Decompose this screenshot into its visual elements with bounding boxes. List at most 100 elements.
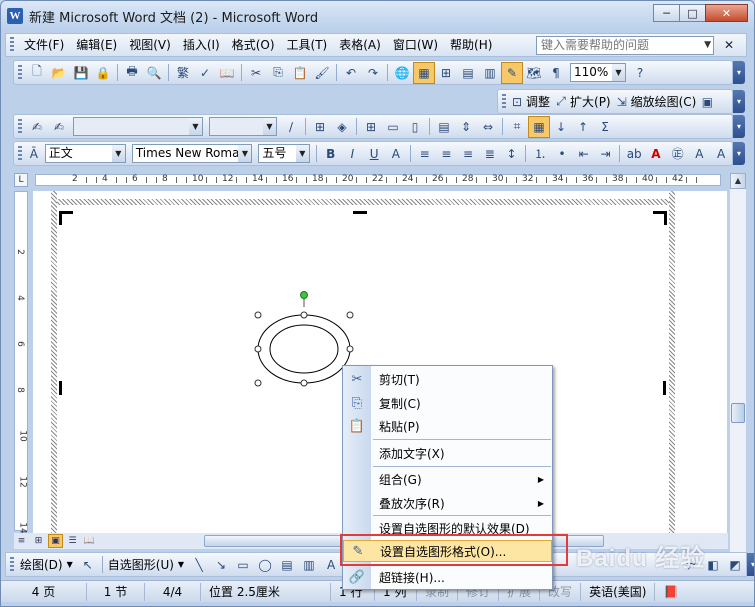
font-size-select[interactable]: 五号 ▼ bbox=[258, 144, 310, 163]
canvas-corner-handle[interactable] bbox=[59, 211, 73, 225]
sort-ascending-icon[interactable]: ↓ bbox=[550, 116, 572, 138]
ctx-hyperlink[interactable]: 🔗 超链接(H)... bbox=[343, 566, 552, 588]
rectangle-tool-icon[interactable]: ▭ bbox=[232, 554, 254, 576]
ctx-order[interactable]: 叠放次序(R) ▶ bbox=[343, 492, 552, 514]
hyperlink-icon[interactable]: 🌐 bbox=[391, 62, 413, 84]
redo-icon[interactable]: ↷ bbox=[362, 62, 384, 84]
vertical-scrollbar[interactable]: ▲ bbox=[729, 173, 746, 553]
menu-help[interactable]: 帮助(H) bbox=[444, 34, 498, 56]
shrink-font-icon[interactable]: A bbox=[710, 143, 732, 165]
paste-icon[interactable]: 📋 bbox=[289, 62, 311, 84]
copy-icon[interactable]: ⎘ bbox=[267, 62, 289, 84]
permission-icon[interactable]: 🔒 bbox=[92, 62, 114, 84]
align-justify-icon[interactable]: ≡ bbox=[414, 143, 436, 165]
toolbar-grip[interactable] bbox=[10, 37, 14, 53]
toolbar-grip[interactable] bbox=[18, 145, 22, 162]
textbox-tool-icon[interactable]: ▤ bbox=[276, 554, 298, 576]
zoom-select[interactable]: 110% ▼ bbox=[570, 63, 626, 82]
select-objects-icon[interactable]: ↖ bbox=[77, 554, 99, 576]
maximize-button[interactable]: □ bbox=[679, 4, 706, 22]
donut-inner[interactable] bbox=[269, 324, 339, 374]
3d-style-icon[interactable]: ◩ bbox=[724, 554, 746, 576]
title-bar[interactable]: W 新建 Microsoft Word 文档 (2) - Microsoft W… bbox=[1, 1, 754, 31]
tab-selector[interactable]: L bbox=[14, 173, 28, 187]
toolbar-grip[interactable] bbox=[18, 118, 22, 135]
reading-view-icon[interactable]: 📖 bbox=[82, 534, 97, 548]
normal-view-icon[interactable]: ≡ bbox=[14, 534, 29, 548]
toolbar-options-icon[interactable]: ▾ bbox=[733, 115, 745, 138]
autosum-icon[interactable]: Σ bbox=[594, 116, 616, 138]
oval-tool-icon[interactable]: ◯ bbox=[254, 554, 276, 576]
bullets-icon[interactable]: • bbox=[551, 143, 573, 165]
chevron-down-icon[interactable]: ▼ bbox=[612, 64, 625, 81]
chevron-down-icon[interactable]: ▼ bbox=[238, 145, 252, 162]
align-center-icon[interactable]: ≡ bbox=[435, 143, 457, 165]
menu-tools[interactable]: 工具(T) bbox=[281, 34, 334, 56]
line-spacing-icon[interactable]: ↕ bbox=[501, 143, 523, 165]
chevron-down-icon[interactable]: ▼ bbox=[704, 37, 711, 54]
cut-icon[interactable]: ✂ bbox=[245, 62, 267, 84]
line-style-icon[interactable]: ∕ bbox=[280, 116, 302, 138]
insert-table-icon[interactable]: ⊞ bbox=[435, 62, 457, 84]
expand-button[interactable]: 扩大(P) bbox=[570, 93, 611, 110]
canvas-corner-handle[interactable] bbox=[653, 211, 667, 225]
ctx-cut[interactable]: ✂ 剪切(T) bbox=[343, 368, 552, 390]
shading-icon[interactable]: ◈ bbox=[331, 116, 353, 138]
numbering-icon[interactable]: ⒈ bbox=[529, 143, 551, 165]
menu-edit[interactable]: 编辑(E) bbox=[70, 34, 123, 56]
chevron-down-icon[interactable]: ▼ bbox=[295, 145, 309, 162]
toolbar-options-icon[interactable]: ▾ bbox=[747, 553, 754, 576]
align-right-icon[interactable]: ≡ bbox=[457, 143, 479, 165]
font-color-icon[interactable]: A bbox=[645, 143, 667, 165]
toolbar-grip[interactable] bbox=[10, 556, 14, 573]
merge-cells-icon[interactable]: ▭ bbox=[382, 116, 404, 138]
resize-handle[interactable] bbox=[254, 311, 262, 319]
tables-borders-icon[interactable]: ▦ bbox=[413, 61, 435, 84]
undo-icon[interactable]: ↶ bbox=[340, 62, 362, 84]
insert-excel-icon[interactable]: ▤ bbox=[457, 62, 479, 84]
canvas-edge-handle[interactable] bbox=[663, 381, 666, 395]
autoformat-icon[interactable]: ⌗ bbox=[506, 116, 528, 138]
drawing-icon[interactable]: ✎ bbox=[501, 61, 523, 84]
grow-font-icon[interactable]: A bbox=[689, 143, 711, 165]
line-tool-icon[interactable]: ╲ bbox=[188, 554, 210, 576]
print-icon[interactable]: 🖶 bbox=[121, 62, 143, 84]
rotation-handle[interactable] bbox=[300, 291, 308, 299]
format-painter-icon[interactable]: 🖌 bbox=[311, 62, 333, 84]
research-icon[interactable]: 繁 bbox=[172, 62, 194, 84]
distributed-icon[interactable]: ≣ bbox=[479, 143, 501, 165]
help-search-input[interactable]: 键入需要帮助的问题 ▼ bbox=[536, 35, 714, 55]
word-app-icon[interactable]: W bbox=[7, 8, 23, 24]
scale-drawing-icon[interactable]: ⇲ bbox=[615, 91, 629, 113]
new-document-icon[interactable]: 🗋 bbox=[26, 62, 48, 84]
save-icon[interactable]: 💾 bbox=[70, 62, 92, 84]
wordart-tool-icon[interactable]: A bbox=[320, 554, 342, 576]
underline-icon[interactable]: U bbox=[363, 143, 385, 165]
expand-icon[interactable]: ⤢ bbox=[554, 91, 568, 113]
draw-menu-button[interactable]: 绘图(D) bbox=[20, 556, 63, 573]
vertical-ruler[interactable]: 2 4 6 8 10 12 14 bbox=[14, 191, 28, 534]
menu-format[interactable]: 格式(O) bbox=[226, 34, 281, 56]
decrease-indent-icon[interactable]: ⇤ bbox=[573, 143, 595, 165]
vertical-textbox-tool-icon[interactable]: ▥ bbox=[298, 554, 320, 576]
spelling-icon[interactable]: ✓ bbox=[194, 62, 216, 84]
enclose-character-icon[interactable]: ㊣ bbox=[667, 143, 689, 165]
menu-insert[interactable]: 插入(I) bbox=[177, 34, 226, 56]
print-layout-icon[interactable]: ▣ bbox=[48, 534, 63, 548]
insert-table-icon[interactable]: ⊞ bbox=[360, 116, 382, 138]
ctx-copy[interactable]: ⎘ 复制(C) bbox=[343, 392, 552, 414]
close-button[interactable]: ✕ bbox=[705, 4, 748, 22]
ctx-group[interactable]: 组合(G) ▶ bbox=[343, 468, 552, 490]
toolbar-options-icon[interactable]: ▾ bbox=[733, 90, 745, 113]
autoshapes-menu-button[interactable]: 自选图形(U) bbox=[108, 556, 174, 573]
fit-button[interactable]: 调整 bbox=[526, 93, 550, 110]
spelling-status-icon[interactable]: 📕 bbox=[655, 583, 686, 601]
menu-file[interactable]: 文件(F) bbox=[18, 34, 70, 56]
menu-view[interactable]: 视图(V) bbox=[123, 34, 177, 56]
style-select[interactable]: 正文 ▼ bbox=[44, 144, 126, 163]
arrow-tool-icon[interactable]: ↘ bbox=[210, 554, 232, 576]
increase-indent-icon[interactable]: ⇥ bbox=[595, 143, 617, 165]
toolbar-grip[interactable] bbox=[502, 93, 506, 110]
open-folder-icon[interactable]: 📂 bbox=[48, 62, 70, 84]
fit-icon[interactable]: ⊡ bbox=[510, 91, 524, 113]
